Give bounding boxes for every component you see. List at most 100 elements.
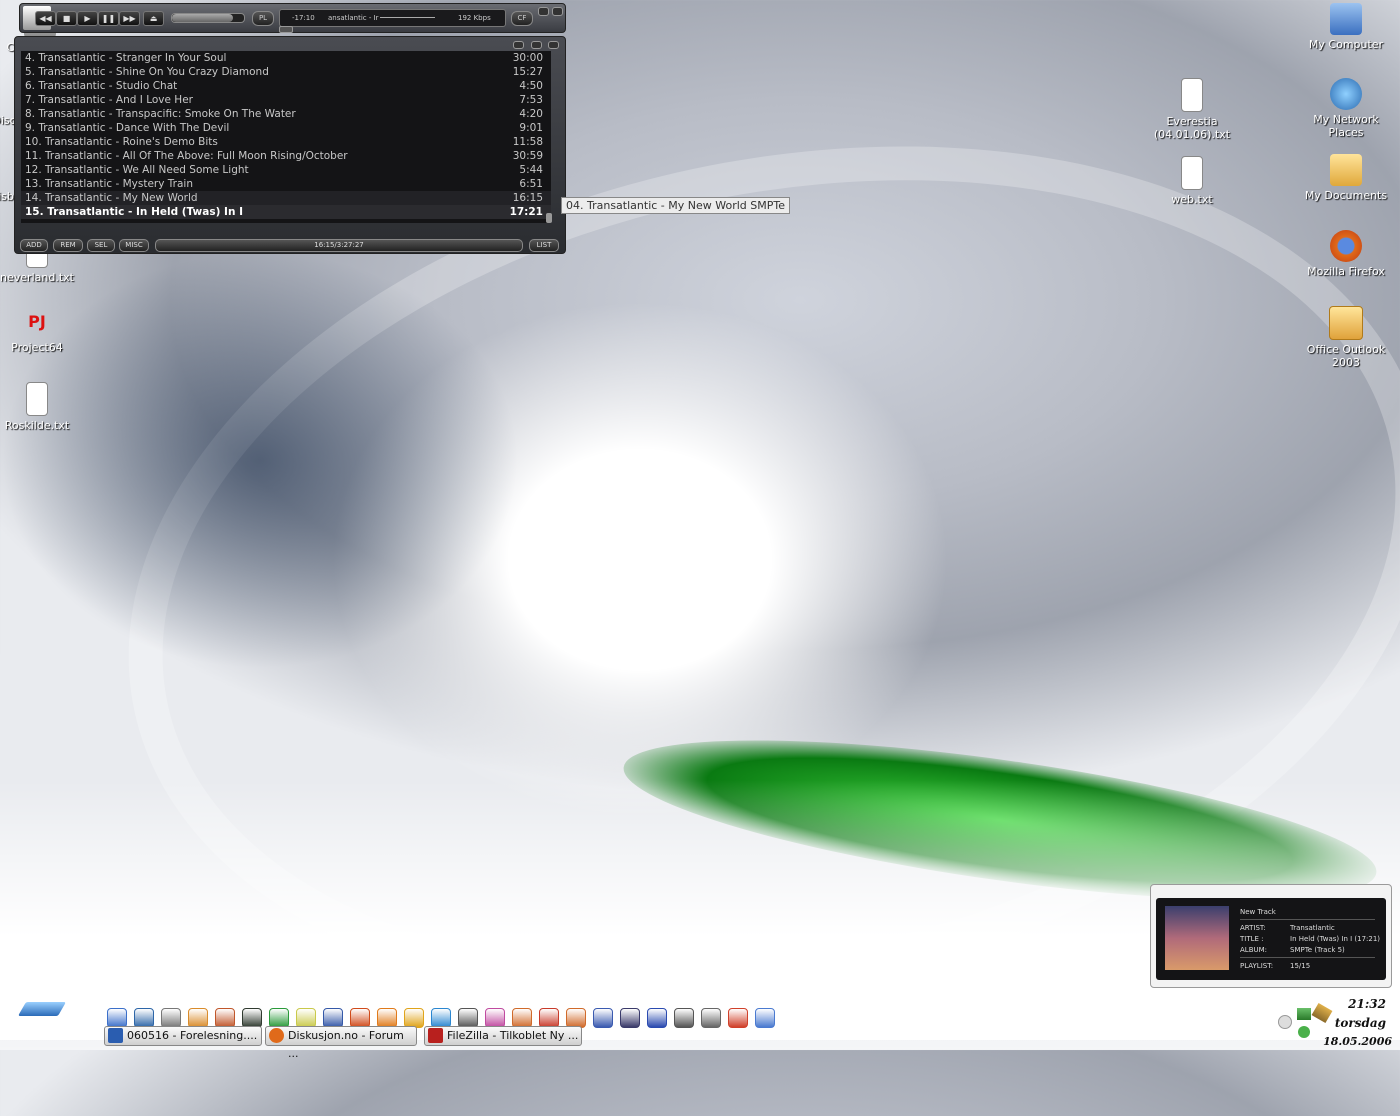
quick-launch-icon[interactable] — [512, 1008, 532, 1028]
notification-panel: New Track ARTIST: Transatlantic TITLE : … — [1156, 898, 1386, 980]
wallpaper-shape — [330, 300, 950, 820]
task-button-filezilla[interactable]: FileZilla - Tilkoblet Ny ... — [424, 1026, 582, 1046]
tray-expand-icon[interactable] — [1278, 1015, 1292, 1029]
add-button[interactable]: ADD — [20, 239, 48, 252]
clock-time[interactable]: 21:32 — [1348, 997, 1386, 1011]
playlist-row[interactable]: 11. Transatlantic - All Of The Above: Fu… — [21, 149, 551, 163]
misc-button[interactable]: MISC — [119, 239, 149, 252]
quick-launch-icon[interactable] — [458, 1008, 478, 1028]
pl-button[interactable]: PL — [252, 11, 274, 26]
quick-launch-icon[interactable] — [755, 1008, 775, 1028]
clock-day: torsdag — [1334, 1016, 1386, 1030]
next-button[interactable]: ▶▶ — [119, 11, 140, 26]
track-title: 7. Transatlantic - And I Love Her — [25, 94, 193, 106]
desktop-icon-label: neverland.txt — [0, 271, 74, 284]
playlist-row[interactable]: 14. Transatlantic - My New World 16:15 — [21, 191, 551, 205]
task-button-firefox[interactable]: Diskusjon.no - Forum ... — [265, 1026, 417, 1060]
playlist-row[interactable]: 12. Transatlantic - We All Need Some Lig… — [21, 163, 551, 177]
quick-launch-icon[interactable] — [134, 1008, 154, 1028]
desktop-icon-office-outlook[interactable]: Office Outlook 2003 — [1301, 306, 1391, 369]
notification-heading: New Track — [1240, 908, 1276, 916]
quick-launch-icon[interactable] — [404, 1008, 424, 1028]
playlist-row[interactable]: 4. Transatlantic - Stranger In Your Soul… — [21, 51, 551, 65]
project64-icon: PJ — [28, 312, 46, 331]
quick-launch-icon[interactable] — [485, 1008, 505, 1028]
desktop-icon-label: My Network Places — [1313, 113, 1379, 139]
notification-divider — [1240, 957, 1375, 958]
desktop-icon-mozilla-firefox[interactable]: Mozilla Firefox — [1301, 230, 1391, 278]
close-button[interactable] — [552, 7, 563, 16]
volume-level — [172, 14, 234, 22]
album-label: ALBUM: — [1240, 946, 1268, 954]
quick-launch-icon[interactable] — [566, 1008, 586, 1028]
firefox-icon — [269, 1028, 284, 1043]
quick-launch-icon[interactable] — [647, 1008, 667, 1028]
player-bitrate: 192 Kbps — [458, 14, 491, 22]
playlist-row[interactable]: 13. Transatlantic - Mystery Train 6:51 — [21, 177, 551, 191]
track-title: 9. Transatlantic - Dance With The Devil — [25, 122, 230, 134]
pause-button[interactable]: ❚❚ — [98, 11, 119, 26]
eject-button[interactable]: ⏏ — [143, 11, 164, 26]
computer-icon — [1330, 3, 1362, 35]
quick-launch-icon[interactable] — [674, 1008, 694, 1028]
playlist-row[interactable]: 10. Transatlantic - Roine's Demo Bits 11:… — [21, 135, 551, 149]
playlist-scrollbar[interactable] — [546, 213, 552, 223]
quick-launch-icon[interactable] — [350, 1008, 370, 1028]
volume-slider[interactable] — [171, 13, 245, 23]
minimize-button[interactable] — [530, 41, 542, 49]
desktop-icon-label: Roskilde.txt — [4, 419, 70, 432]
list-button[interactable]: LIST — [529, 239, 559, 252]
quick-launch-icon[interactable] — [107, 1008, 127, 1028]
task-label: Diskusjon.no - Forum ... — [288, 1029, 404, 1060]
stop-button[interactable]: ■ — [56, 11, 77, 26]
playlist-row[interactable]: 5. Transatlantic - Shine On You Crazy Di… — [21, 65, 551, 79]
desktop-icon-my-computer[interactable]: My Computer — [1301, 3, 1391, 51]
quick-launch-icon[interactable] — [620, 1008, 640, 1028]
desktop-icon-my-documents[interactable]: My Documents — [1301, 154, 1391, 202]
quick-launch-icon[interactable] — [161, 1008, 181, 1028]
task-button-word[interactable]: 060516 - Forelesning.... — [104, 1026, 262, 1046]
select-button[interactable]: SEL — [87, 239, 115, 252]
minimize-button[interactable] — [538, 7, 549, 16]
track-duration: 7:53 — [519, 94, 543, 106]
cf-button[interactable]: CF — [511, 11, 533, 26]
user-tray-icon[interactable] — [1298, 1026, 1310, 1038]
remove-button[interactable]: REM — [53, 239, 83, 252]
desktop-icon-roskilde-txt[interactable]: Roskilde.txt — [0, 382, 82, 432]
playlist-row[interactable]: 7. Transatlantic - And I Love Her 7:53 — [21, 93, 551, 107]
playlist-row[interactable]: 8. Transatlantic - Transpacific: Smoke O… — [21, 107, 551, 121]
quick-launch-icon[interactable] — [377, 1008, 397, 1028]
text-file-icon — [1181, 78, 1203, 112]
start-button[interactable] — [17, 1002, 67, 1016]
desktop-icon-everestia-txt[interactable]: Everestia (04.01.06).txt — [1147, 78, 1237, 141]
quick-launch-icon[interactable] — [215, 1008, 235, 1028]
quick-launch-icon[interactable] — [269, 1008, 289, 1028]
quick-launch-icon[interactable] — [242, 1008, 262, 1028]
play-button[interactable]: ▶ — [77, 11, 98, 26]
quick-launch-icon[interactable] — [188, 1008, 208, 1028]
player-visualizer — [380, 17, 435, 18]
quick-launch-icon[interactable] — [728, 1008, 748, 1028]
desktop-icon-web-txt[interactable]: web.txt — [1147, 156, 1237, 206]
desktop-icon-project64[interactable]: PJ Project64 — [0, 306, 82, 354]
close-button[interactable] — [548, 41, 559, 49]
track-title: 13. Transatlantic - Mystery Train — [25, 178, 193, 190]
quick-launch-icon[interactable] — [539, 1008, 559, 1028]
desktop-icon-my-network-places[interactable]: My Network Places — [1301, 78, 1391, 139]
playlist-row[interactable]: 9. Transatlantic - Dance With The Devil 9… — [21, 121, 551, 135]
clock-date: 18.05.2006 — [1323, 1035, 1392, 1048]
playlist-row[interactable]: 6. Transatlantic - Studio Chat 4:50 — [21, 79, 551, 93]
quick-launch-icon[interactable] — [701, 1008, 721, 1028]
quick-launch-icon[interactable] — [323, 1008, 343, 1028]
playlist-row-current[interactable]: 15. Transatlantic - In Held (Twas) In I 1… — [21, 205, 551, 219]
network-tray-icon[interactable] — [1297, 1008, 1311, 1020]
shade-button[interactable] — [513, 41, 524, 49]
track-title: 5. Transatlantic - Shine On You Crazy Di… — [25, 66, 269, 78]
quick-launch-icon[interactable] — [296, 1008, 316, 1028]
seek-handle[interactable] — [279, 26, 293, 33]
previous-button[interactable]: ◀◀ — [35, 11, 56, 26]
word-icon — [108, 1028, 123, 1043]
quick-launch-icon[interactable] — [593, 1008, 613, 1028]
quick-launch-icon[interactable] — [431, 1008, 451, 1028]
track-title: 14. Transatlantic - My New World — [25, 192, 198, 204]
